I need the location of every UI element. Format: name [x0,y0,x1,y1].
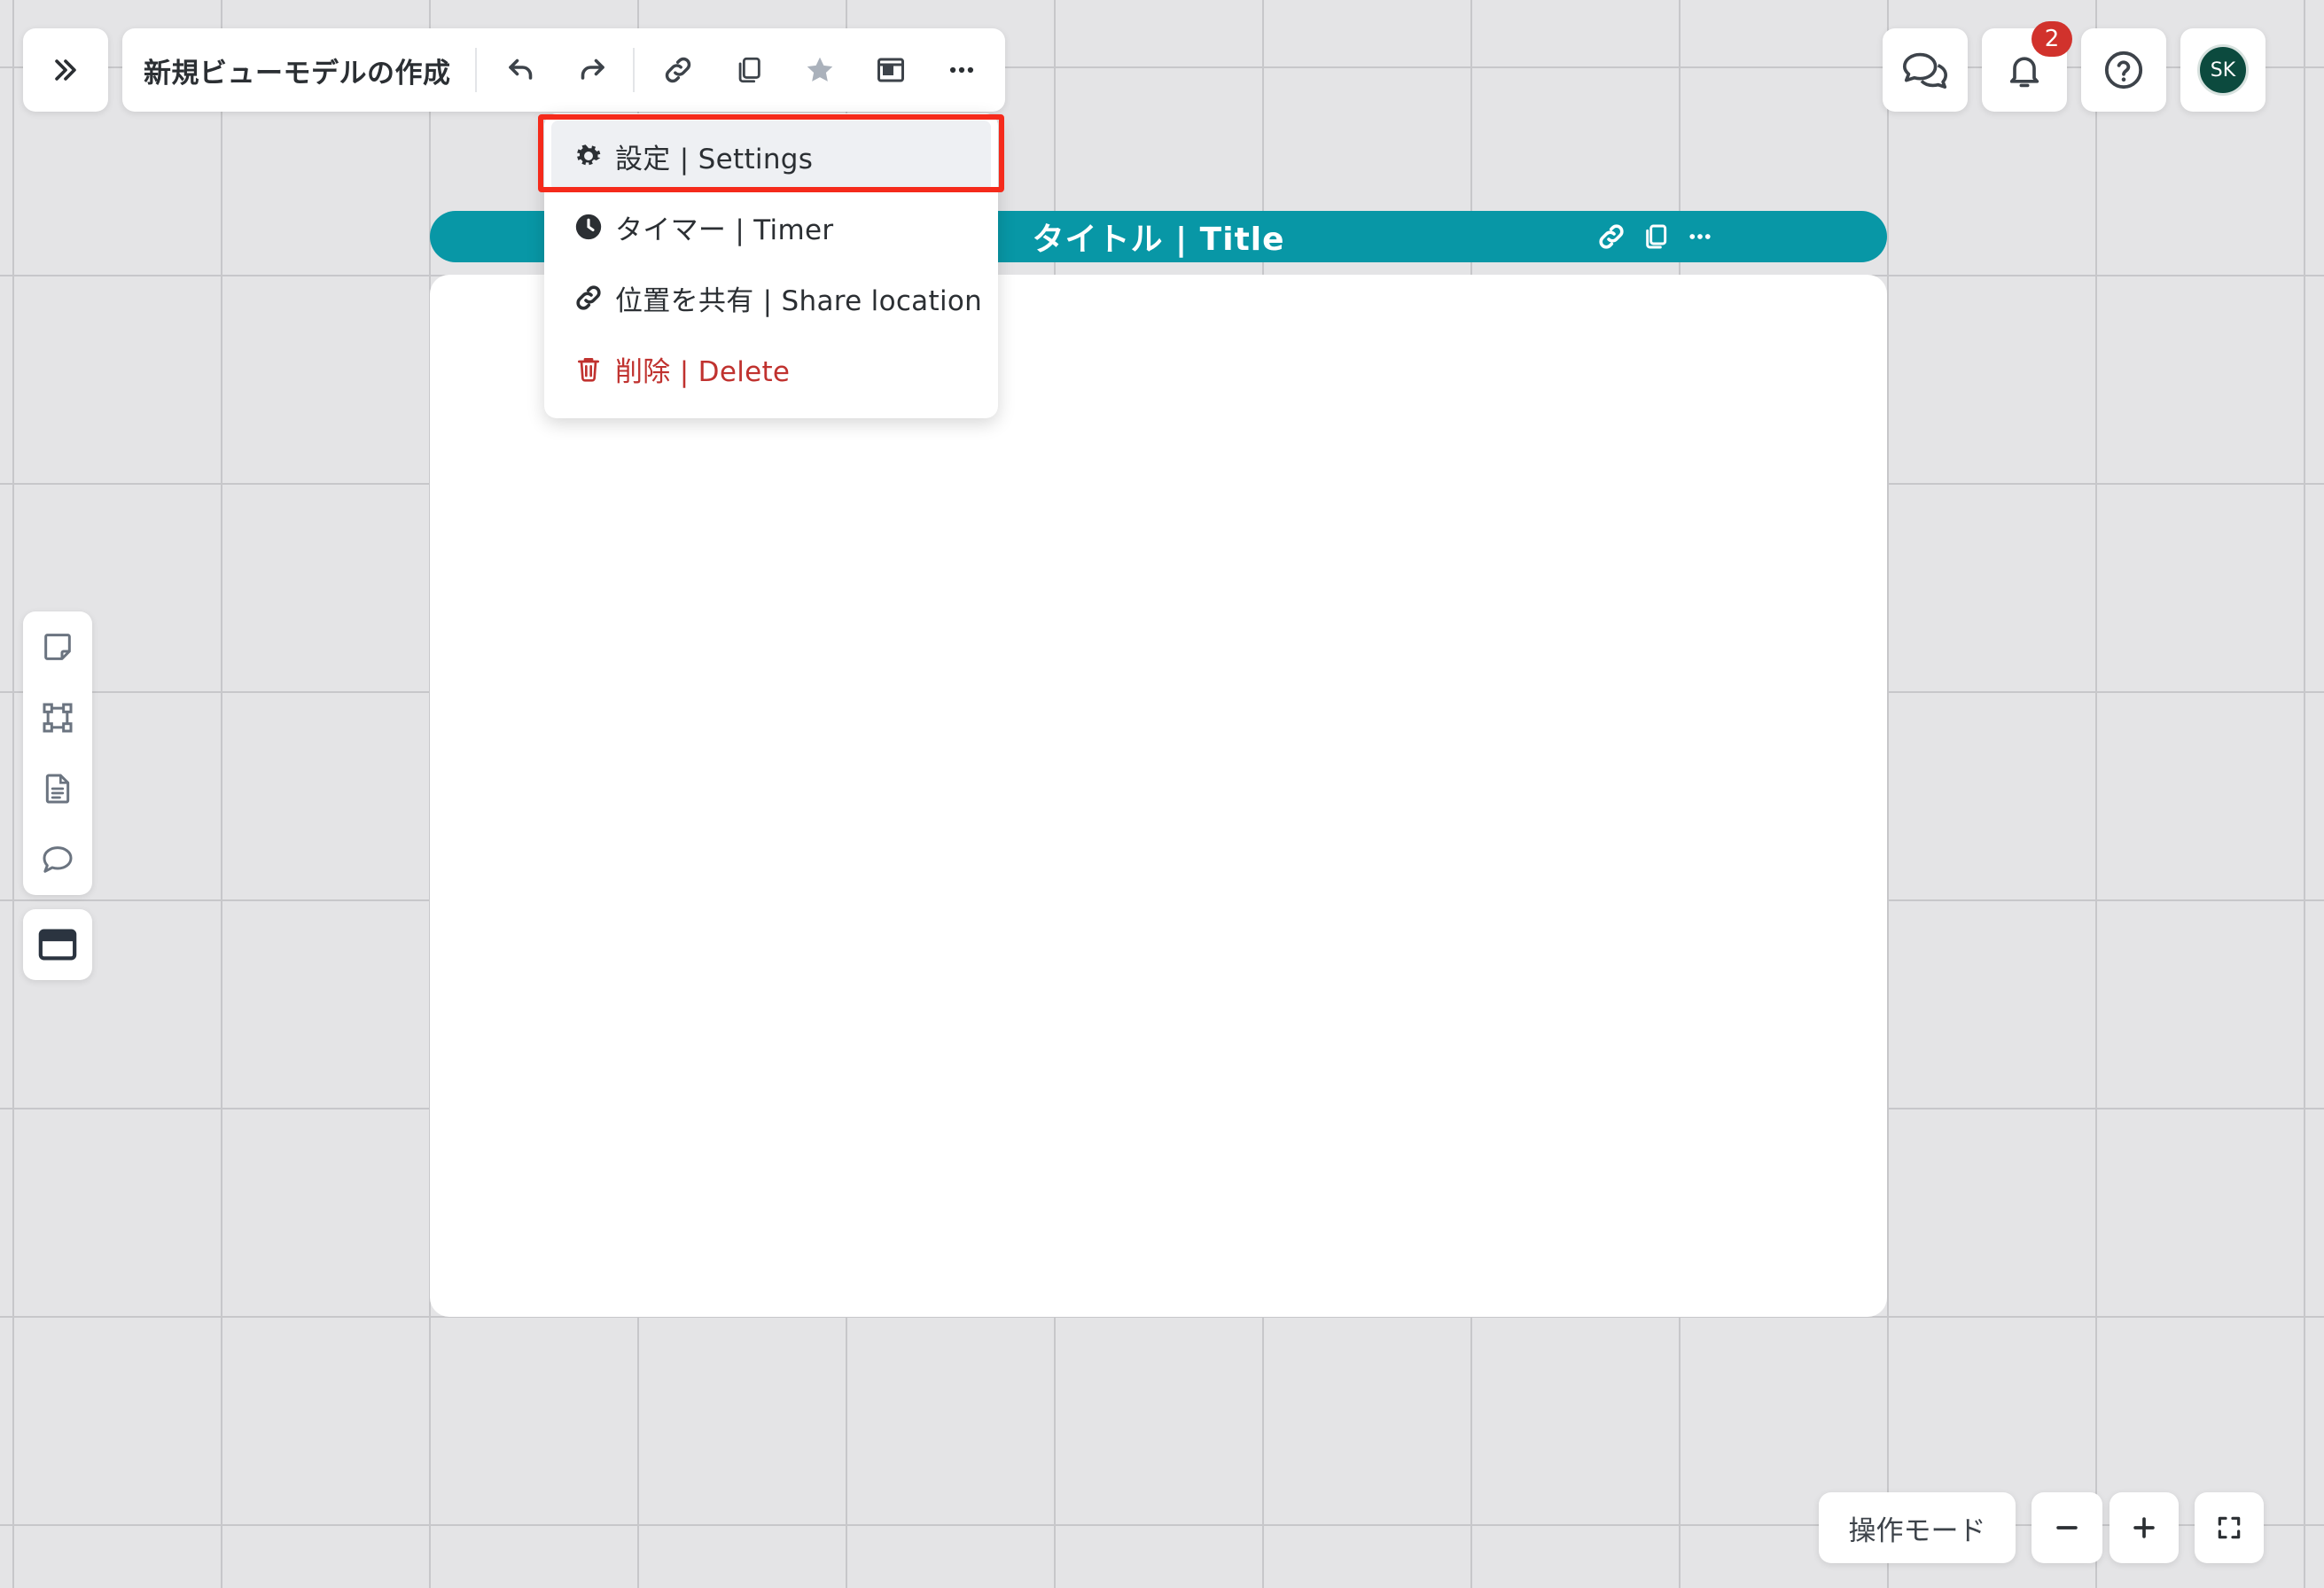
menu-item-label: 設定 | Settings [615,143,814,175]
menu-item-label: タイマー | Timer [615,214,834,246]
menu-item-label: 削除 | Delete [615,355,791,388]
favorite-button[interactable] [793,43,846,97]
operation-mode-button[interactable]: 操作モード [1819,1492,2016,1563]
avatar[interactable]: SK [2197,44,2249,96]
fullscreen-icon [2218,1516,2241,1539]
copy-icon [1646,224,1667,249]
help-button[interactable] [2081,28,2166,112]
sticky-note-tool[interactable] [31,620,84,673]
chat-bubbles-icon [1902,52,1948,89]
tool-palette [23,611,92,895]
frame-more-button[interactable] [1680,216,1720,257]
sticky-note-icon [44,634,71,660]
zoom-in-button[interactable] [2110,1492,2179,1563]
presentation-button[interactable] [864,43,917,97]
board-toolbar: 新規ビューモデルの作成 [122,28,1005,112]
minus-icon [2056,1526,2078,1530]
gear-icon [571,141,606,171]
frame-link-button[interactable] [1591,216,1632,257]
frame-icon [38,929,77,961]
bell-icon [2009,57,2039,88]
plus-icon [2133,1517,2155,1538]
menu-item-share-location[interactable]: 位置を共有 | Share location [544,262,998,333]
more-options-menu: 設定 | Settings タイマー | Timer 位置を共有 | Share… [544,113,998,418]
ellipsis-icon [949,66,974,74]
shape-icon [43,703,73,733]
zoom-out-button[interactable] [2032,1492,2102,1563]
redo-icon [581,58,604,80]
chat-button[interactable] [1883,28,1968,112]
window-icon [877,58,904,82]
notification-badge: 2 [2032,21,2072,57]
frame-canvas[interactable] [430,275,1887,1317]
menu-item-timer[interactable]: タイマー | Timer [544,191,998,262]
comment-tool[interactable] [31,833,84,886]
frame-copy-button[interactable] [1635,216,1676,257]
help-icon [2104,51,2143,90]
menu-item-delete[interactable]: 削除 | Delete [544,333,998,404]
duplicate-button[interactable] [722,43,776,97]
undo-button[interactable] [495,43,548,97]
speech-bubble-icon [43,846,73,873]
document-icon [45,774,70,804]
link-icon [571,282,606,314]
redo-button[interactable] [565,43,619,97]
shape-tool[interactable] [31,691,84,744]
board-title[interactable]: 新規ビューモデルの作成 [144,28,451,112]
document-tool[interactable] [31,762,84,815]
copy-link-button[interactable] [651,43,705,97]
toolbar-divider [475,48,477,92]
ellipsis-icon [1689,234,1711,239]
link-icon [665,57,691,83]
trash-icon [571,354,606,383]
menu-item-settings[interactable]: 設定 | Settings [551,121,991,191]
more-options-button[interactable] [935,43,988,97]
undo-icon [509,58,533,80]
menu-item-label: 位置を共有 | Share location [615,284,983,317]
star-icon [807,57,833,82]
frame-tool[interactable] [23,909,92,980]
link-icon [1599,224,1624,249]
toolbar-divider [633,48,635,92]
double-chevron-right-icon [55,59,76,81]
expand-sidebar-button[interactable] [23,28,108,112]
clock-icon [571,212,606,242]
copy-icon [738,57,760,83]
fullscreen-button[interactable] [2195,1492,2264,1563]
